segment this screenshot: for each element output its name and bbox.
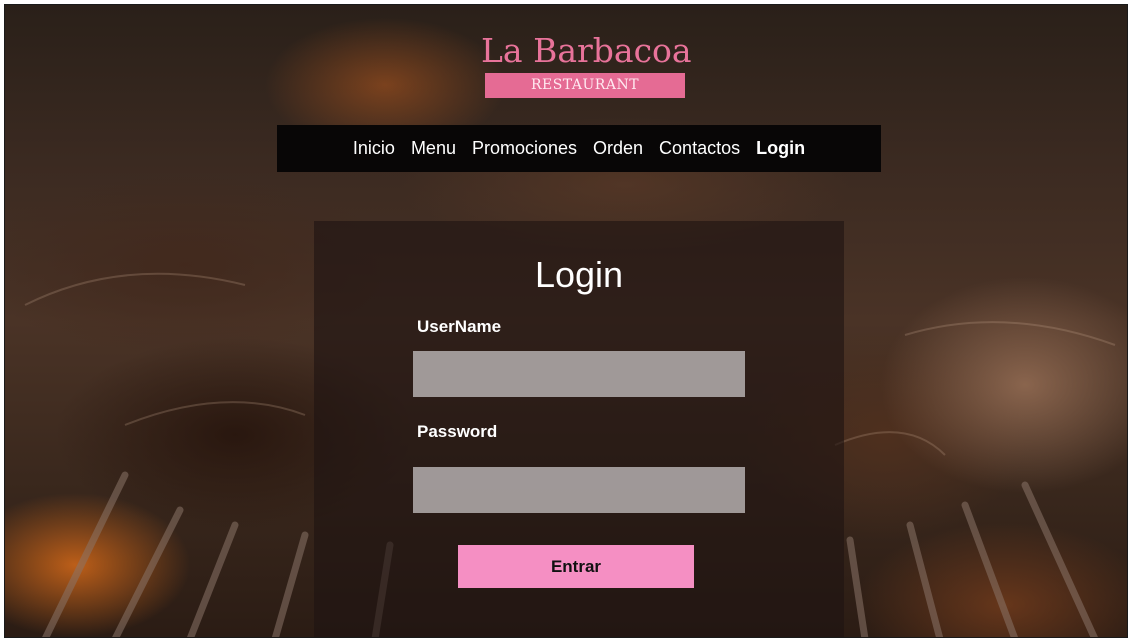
login-title: Login xyxy=(534,254,624,295)
nav-item-contactos[interactable]: Contactos xyxy=(659,138,740,159)
main-nav: Inicio Menu Promociones Orden Contactos … xyxy=(277,125,881,172)
username-input[interactable] xyxy=(413,351,745,397)
page-background: La Barbacoa RESTAURANT Inicio Menu Promo… xyxy=(4,4,1128,638)
password-label: Password xyxy=(417,422,498,441)
login-panel: Login UserName Password Entrar xyxy=(314,221,844,637)
nav-item-menu[interactable]: Menu xyxy=(411,138,456,159)
password-input[interactable] xyxy=(413,467,745,513)
username-label: UserName xyxy=(417,317,502,336)
nav-item-inicio[interactable]: Inicio xyxy=(353,138,395,159)
brand-tagline: RESTAURANT xyxy=(485,73,685,98)
nav-item-promociones[interactable]: Promociones xyxy=(472,138,577,159)
nav-item-orden[interactable]: Orden xyxy=(593,138,643,159)
restaurant-logo[interactable]: La Barbacoa RESTAURANT xyxy=(481,31,692,98)
entrar-button[interactable]: Entrar xyxy=(458,545,694,588)
nav-item-login[interactable]: Login xyxy=(756,138,805,159)
brand-name: La Barbacoa xyxy=(481,31,692,70)
